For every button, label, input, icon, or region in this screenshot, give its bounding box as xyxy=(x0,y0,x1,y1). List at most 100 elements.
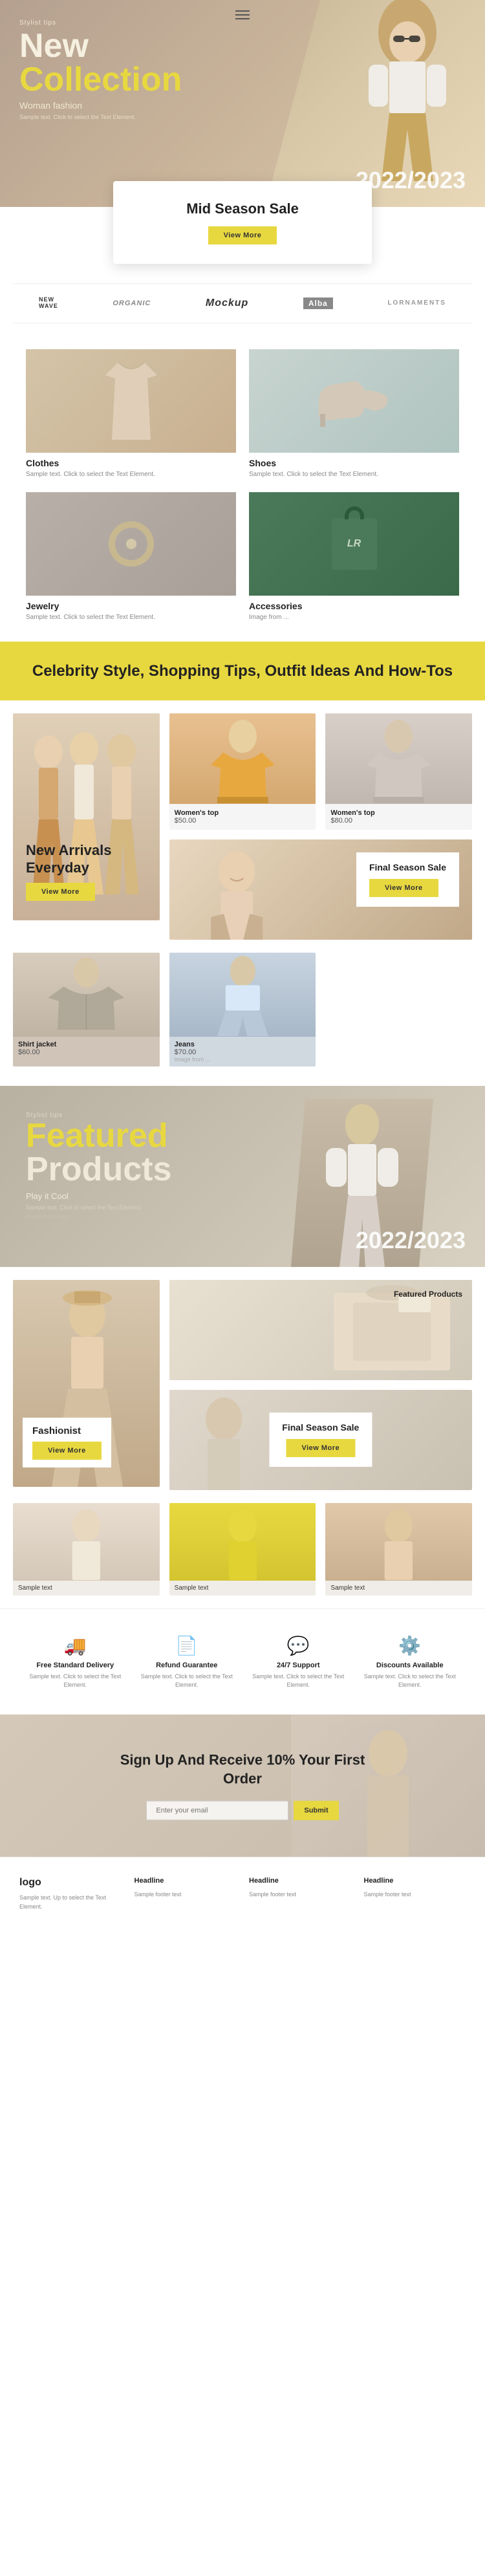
hamburger-menu[interactable] xyxy=(235,8,250,22)
small-products-row: Sample text Sample text Sample text xyxy=(0,1503,485,1608)
product-info-1: Women's top $50.00 xyxy=(169,804,316,830)
featured-year: 2022/2023 xyxy=(356,1227,466,1254)
shirt-jacket-card[interactable]: Shirt jacket $60.00 xyxy=(13,953,160,1066)
yellow-banner: Celebrity Style, Shopping Tips, Outfit I… xyxy=(0,642,485,700)
feature-discounts-desc: Sample text. Click to select the Text El… xyxy=(364,1672,457,1689)
jewelry-image xyxy=(26,492,236,596)
featured-hero-content: Stylist tips Featured Products Play it C… xyxy=(26,1112,171,1220)
featured-description: Sample text. Click to select the Text El… xyxy=(26,1204,142,1212)
accessories-image: LR xyxy=(249,492,459,596)
fashionist-btn[interactable]: View More xyxy=(32,1442,102,1460)
product-card-womens-top-2[interactable]: Women's top $80.00 xyxy=(325,713,472,830)
promo-view-more-button[interactable]: View More xyxy=(208,226,277,244)
jeans-card[interactable]: Jeans $70.00 Image from ... xyxy=(169,953,316,1066)
footer-brand-col: logo Sample text. Up to select the Text … xyxy=(19,1877,122,1911)
hero-stylist-tips: Stylist tips xyxy=(19,19,182,27)
feature-discounts: ⚙️ Discounts Available Sample text. Clic… xyxy=(354,1629,466,1695)
small-product-image-3 xyxy=(325,1503,472,1581)
product-name-2: Women's top xyxy=(330,809,467,817)
new-arrivals-btn[interactable]: View More xyxy=(26,883,95,901)
feature-refund-desc: Sample text. Click to select the Text El… xyxy=(141,1672,233,1689)
footer-col-1-text: Sample footer text xyxy=(135,1890,237,1899)
small-product-image-2 xyxy=(169,1503,316,1581)
small-product-name-1: Sample text xyxy=(18,1585,155,1592)
lower-final-sale-btn[interactable]: View More xyxy=(286,1439,355,1457)
footer-col-3-title: Headline xyxy=(364,1877,466,1885)
shirt-jacket-info: Shirt jacket $60.00 xyxy=(13,1037,160,1060)
shirt-jacket-svg xyxy=(13,953,160,1037)
brand-lornaments: LORNAMENTS xyxy=(387,299,446,307)
final-sale-overlay: Final Season Sale View More xyxy=(356,852,459,907)
newsletter-title: Sign Up And Receive 10% Your First Order xyxy=(113,1751,372,1788)
new-arrivals-overlay: New Arrivals Everyday View More xyxy=(26,842,160,901)
featured-products-label: Featured Products xyxy=(394,1290,462,1299)
feature-discounts-title: Discounts Available xyxy=(364,1661,457,1669)
feature-delivery: 🚚 Free Standard Delivery Sample text. Cl… xyxy=(19,1629,131,1695)
footer-col-3-text: Sample footer text xyxy=(364,1890,466,1899)
product-img-gray xyxy=(325,713,472,804)
newsletter-submit-button[interactable]: Submit xyxy=(294,1801,338,1821)
product-name-1: Women's top xyxy=(175,809,311,817)
small-product-1[interactable]: Sample text xyxy=(13,1503,160,1596)
products-section: New Arrivals Everyday View More Women's … xyxy=(0,700,485,953)
delivery-icon: 🚚 xyxy=(29,1635,122,1656)
category-shoes-name: Shoes xyxy=(249,458,459,468)
new-arrivals-card: New Arrivals Everyday View More xyxy=(13,713,160,920)
hero-section: Stylist tips New Collection Woman fashio… xyxy=(0,0,485,283)
hero-title-new: New xyxy=(19,29,182,63)
fashionist-overlay: Fashionist View More xyxy=(23,1418,111,1467)
jeans-name: Jeans xyxy=(175,1041,311,1048)
category-shoes-desc: Sample text. Click to select the Text El… xyxy=(249,470,459,479)
small-product-info-3: Sample text xyxy=(325,1581,472,1596)
featured-play-text: Play it Cool xyxy=(26,1191,171,1201)
newsletter-content: Sign Up And Receive 10% Your First Order… xyxy=(113,1751,372,1821)
final-sale-btn[interactable]: View More xyxy=(369,879,438,897)
final-season-sale-card: Final Season Sale View More xyxy=(169,839,472,940)
product-price-2: $80.00 xyxy=(330,817,467,825)
clothes-svg xyxy=(99,356,164,446)
hero-description: Sample text. Click to select the Text El… xyxy=(19,113,149,122)
small-product-info-2: Sample text xyxy=(169,1581,316,1596)
small-product-name-2: Sample text xyxy=(175,1585,311,1592)
small-product-2[interactable]: Sample text xyxy=(169,1503,316,1596)
brands-section: NEWWAVE ORGANIC Mockup Alba LORNAMENTS xyxy=(13,283,472,323)
newsletter-email-input[interactable] xyxy=(146,1801,288,1821)
newsletter-form: Submit xyxy=(113,1801,372,1821)
category-jewelry-name: Jewelry xyxy=(26,601,236,611)
feature-refund: 📄 Refund Guarantee Sample text. Click to… xyxy=(131,1629,243,1695)
yellow-banner-text: Celebrity Style, Shopping Tips, Outfit I… xyxy=(26,661,459,681)
fashionist-card: Fashionist View More xyxy=(13,1280,160,1487)
product-price-1: $50.00 xyxy=(175,817,311,825)
footer-col-2-text: Sample footer text xyxy=(249,1890,351,1899)
lower-products-section: Fashionist View More Featured Products F… xyxy=(0,1267,485,1503)
clothes-image xyxy=(26,349,236,453)
category-accessories[interactable]: LR Accessories Image from ... xyxy=(249,492,459,622)
product-card-womens-top-1[interactable]: Women's top $50.00 xyxy=(169,713,316,830)
fashionist-title: Fashionist xyxy=(32,1425,102,1436)
footer-col-1: Headline Sample footer text xyxy=(135,1877,237,1911)
product-img-orange xyxy=(169,713,316,804)
shirt-jacket-image xyxy=(13,953,160,1037)
newsletter-section: Sign Up And Receive 10% Your First Order… xyxy=(0,1715,485,1857)
shoes-svg xyxy=(312,369,396,433)
brand-alba: Alba xyxy=(303,298,333,309)
support-icon: 💬 xyxy=(252,1635,345,1656)
lower-final-sale-card: Final Season Sale View More xyxy=(169,1390,472,1490)
shoes-image xyxy=(249,349,459,453)
shirt-jacket-price: $60.00 xyxy=(18,1048,155,1056)
category-shoes[interactable]: Shoes Sample text. Click to select the T… xyxy=(249,349,459,479)
shirt-jacket-name: Shirt jacket xyxy=(18,1041,155,1048)
category-accessories-name: Accessories xyxy=(249,601,459,611)
small-product-name-3: Sample text xyxy=(330,1585,467,1592)
hero-subtitle: Woman fashion xyxy=(19,100,182,111)
hero-banner: Stylist tips New Collection Woman fashio… xyxy=(0,0,485,207)
jeans-price: $70.00 xyxy=(175,1048,311,1056)
small-product-3[interactable]: Sample text xyxy=(325,1503,472,1596)
features-row: 🚚 Free Standard Delivery Sample text. Cl… xyxy=(0,1608,485,1715)
feature-support: 💬 24/7 Support Sample text. Click to sel… xyxy=(242,1629,354,1695)
brand-organic: ORGANIC xyxy=(113,299,151,307)
category-jewelry[interactable]: Jewelry Sample text. Click to select the… xyxy=(26,492,236,622)
womens-top-2-svg xyxy=(325,713,472,804)
category-clothes[interactable]: Clothes Sample text. Click to select the… xyxy=(26,349,236,479)
jeans-info: Jeans $70.00 Image from ... xyxy=(169,1037,316,1066)
